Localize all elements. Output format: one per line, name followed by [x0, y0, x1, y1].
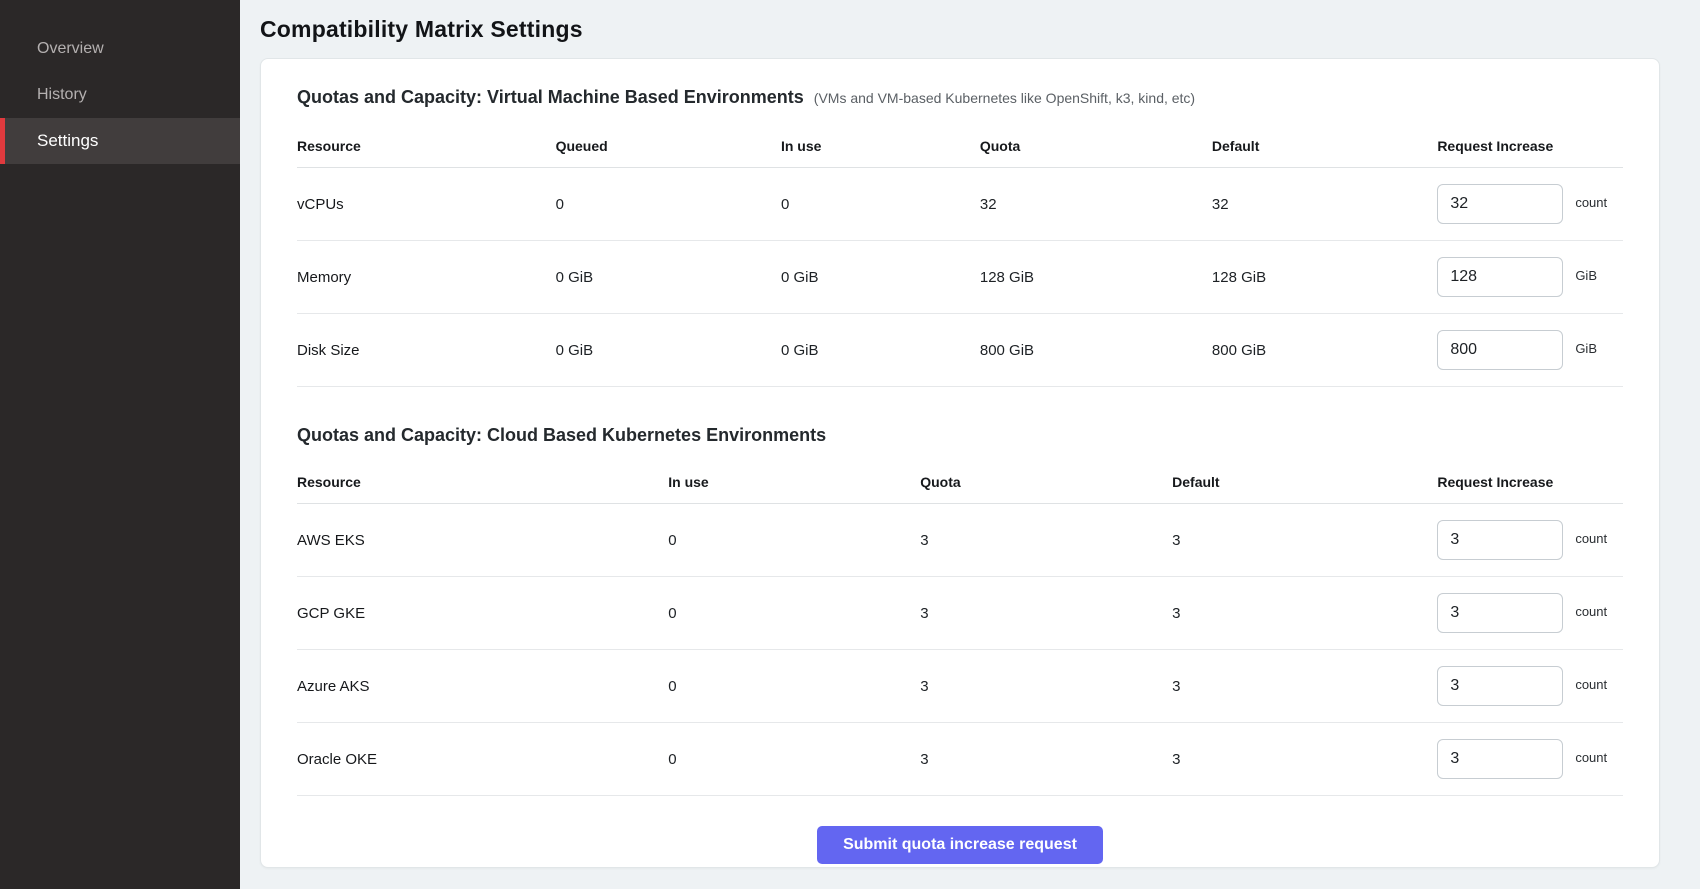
table-row-vcpus: vCPUs 0 0 32 32 count — [297, 168, 1623, 241]
table-row-disk-size: Disk Size 0 GiB 0 GiB 800 GiB 800 GiB Gi… — [297, 314, 1623, 387]
resource-label: Azure AKS — [297, 678, 668, 695]
unit-label: count — [1575, 604, 1607, 619]
quota-value: 3 — [920, 678, 1172, 695]
in-use-value: 0 — [668, 751, 920, 768]
table-row-gcp-gke: GCP GKE 0 3 3 count — [297, 577, 1623, 650]
in-use-value: 0 GiB — [781, 269, 980, 286]
table-row-aws-eks: AWS EKS 0 3 3 count — [297, 504, 1623, 577]
cloud-section-title: Quotas and Capacity: Cloud Based Kuberne… — [297, 425, 826, 446]
cloud-table-header-row: Resource In use Quota Default Request In… — [297, 460, 1623, 504]
default-value: 128 GiB — [1212, 269, 1437, 286]
cloud-quota-table: Resource In use Quota Default Request In… — [297, 460, 1623, 796]
disk-size-request-input[interactable] — [1437, 330, 1563, 370]
col-header-quota: Quota — [980, 138, 1212, 154]
sidebar-item-overview[interactable]: Overview — [0, 26, 240, 72]
unit-label: count — [1575, 195, 1607, 210]
vm-table-header-row: Resource Queued In use Quota Default Req… — [297, 124, 1623, 168]
table-row-oracle-oke: Oracle OKE 0 3 3 count — [297, 723, 1623, 796]
col-header-default: Default — [1172, 474, 1437, 490]
sidebar: Overview History Settings — [0, 0, 240, 889]
oracle-oke-request-input[interactable] — [1437, 739, 1563, 779]
submit-quota-increase-button[interactable]: Submit quota increase request — [817, 826, 1103, 864]
vm-section-title: Quotas and Capacity: Virtual Machine Bas… — [297, 87, 804, 108]
in-use-value: 0 — [668, 678, 920, 695]
request-increase-cell: count — [1437, 593, 1623, 633]
aws-eks-request-input[interactable] — [1437, 520, 1563, 560]
in-use-value: 0 GiB — [781, 342, 980, 359]
resource-label: GCP GKE — [297, 605, 668, 622]
unit-label: count — [1575, 531, 1607, 546]
in-use-value: 0 — [781, 196, 980, 213]
request-increase-cell: GiB — [1437, 330, 1623, 370]
request-increase-cell: GiB — [1437, 257, 1623, 297]
resource-label: vCPUs — [297, 196, 556, 213]
default-value: 3 — [1172, 605, 1437, 622]
default-value: 3 — [1172, 751, 1437, 768]
settings-card: Quotas and Capacity: Virtual Machine Bas… — [260, 58, 1660, 868]
unit-label: GiB — [1575, 268, 1597, 283]
col-header-resource: Resource — [297, 474, 668, 490]
gcp-gke-request-input[interactable] — [1437, 593, 1563, 633]
unit-label: count — [1575, 750, 1607, 765]
sidebar-item-settings[interactable]: Settings — [0, 118, 240, 164]
request-increase-cell: count — [1437, 739, 1623, 779]
memory-request-input[interactable] — [1437, 257, 1563, 297]
table-row-memory: Memory 0 GiB 0 GiB 128 GiB 128 GiB GiB — [297, 241, 1623, 314]
default-value: 3 — [1172, 678, 1437, 695]
in-use-value: 0 — [668, 532, 920, 549]
quota-value: 32 — [980, 196, 1212, 213]
default-value: 3 — [1172, 532, 1437, 549]
vm-section-heading: Quotas and Capacity: Virtual Machine Bas… — [297, 87, 1623, 108]
table-row-azure-aks: Azure AKS 0 3 3 count — [297, 650, 1623, 723]
request-increase-cell: count — [1437, 520, 1623, 560]
default-value: 32 — [1212, 196, 1437, 213]
resource-label: Oracle OKE — [297, 751, 668, 768]
resource-label: AWS EKS — [297, 532, 668, 549]
queued-value: 0 GiB — [556, 342, 781, 359]
request-increase-cell: count — [1437, 184, 1623, 224]
col-header-resource: Resource — [297, 138, 556, 154]
col-header-request-increase: Request Increase — [1437, 474, 1623, 490]
queued-value: 0 — [556, 196, 781, 213]
default-value: 800 GiB — [1212, 342, 1437, 359]
quota-value: 3 — [920, 605, 1172, 622]
sidebar-item-history[interactable]: History — [0, 72, 240, 118]
vm-quota-table: Resource Queued In use Quota Default Req… — [297, 124, 1623, 387]
unit-label: count — [1575, 677, 1607, 692]
resource-label: Memory — [297, 269, 556, 286]
col-header-in-use: In use — [668, 474, 920, 490]
col-header-request-increase: Request Increase — [1437, 138, 1623, 154]
quota-value: 3 — [920, 751, 1172, 768]
resource-label: Disk Size — [297, 342, 556, 359]
col-header-quota: Quota — [920, 474, 1172, 490]
page-title: Compatibility Matrix Settings — [260, 16, 1660, 43]
vcpus-request-input[interactable] — [1437, 184, 1563, 224]
request-increase-cell: count — [1437, 666, 1623, 706]
col-header-default: Default — [1212, 138, 1437, 154]
col-header-queued: Queued — [556, 138, 781, 154]
in-use-value: 0 — [668, 605, 920, 622]
quota-value: 128 GiB — [980, 269, 1212, 286]
main-content: Compatibility Matrix Settings Quotas and… — [240, 0, 1700, 889]
quota-value: 800 GiB — [980, 342, 1212, 359]
cloud-section-heading: Quotas and Capacity: Cloud Based Kuberne… — [297, 425, 1623, 446]
queued-value: 0 GiB — [556, 269, 781, 286]
azure-aks-request-input[interactable] — [1437, 666, 1563, 706]
vm-section-subtitle: (VMs and VM-based Kubernetes like OpenSh… — [814, 90, 1195, 106]
unit-label: GiB — [1575, 341, 1597, 356]
col-header-in-use: In use — [781, 138, 980, 154]
quota-value: 3 — [920, 532, 1172, 549]
submit-row: Submit quota increase request — [297, 826, 1623, 864]
